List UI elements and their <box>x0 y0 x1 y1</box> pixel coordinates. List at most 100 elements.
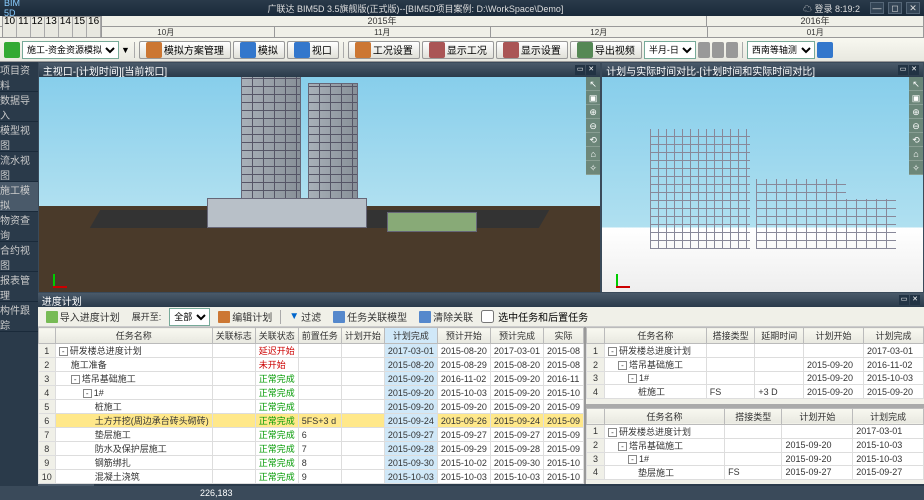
tree-expand-icon[interactable]: - <box>608 428 617 437</box>
play-icon[interactable] <box>4 42 20 58</box>
viewport-tool-button[interactable]: ⌂ <box>909 147 923 161</box>
export-video-button[interactable]: 导出视频 <box>570 41 642 59</box>
column-header[interactable]: 搭接类型 <box>706 328 755 344</box>
condition-button[interactable]: 工况设置 <box>348 41 420 59</box>
table-row[interactable]: 5桩施工正常完成2015-09-202015-09-202015-09-2020… <box>38 400 583 414</box>
tree-expand-icon[interactable]: - <box>618 442 627 451</box>
column-header[interactable]: 关联标志 <box>212 328 255 344</box>
table-row[interactable]: 6土方开挖(周边承台砖头砌砖)正常完成5FS+3 d2015-09-242015… <box>38 414 583 428</box>
link-model-button[interactable]: 任务关联模型 <box>329 308 411 325</box>
next-icon[interactable] <box>726 42 738 58</box>
column-header[interactable] <box>587 328 605 344</box>
column-header[interactable]: 预计完成 <box>490 328 543 344</box>
column-header[interactable]: 计划完成 <box>384 328 437 344</box>
panel-close-button[interactable]: ✕ <box>910 295 920 305</box>
column-header[interactable] <box>38 328 55 344</box>
table-row[interactable]: 2施工准备未开始2015-08-202015-08-292015-08-2020… <box>38 358 583 372</box>
table-row[interactable]: 1-研发楼总进度计划2017-03-01 <box>587 344 924 358</box>
schedule-table-wrap[interactable]: 任务名称关联标志关联状态前置任务计划开始计划完成预计开始预计完成实际1-研发楼总… <box>38 327 584 484</box>
show-condition-button[interactable]: 显示工况 <box>422 41 494 59</box>
login-info[interactable]: ☁ 登录 8:19:2 <box>803 2 860 15</box>
period-select[interactable]: 半月-日 <box>644 41 696 59</box>
sidebar-item-import[interactable]: 数据导入 <box>0 92 38 122</box>
play2-icon[interactable] <box>712 42 724 58</box>
column-header[interactable]: 关联状态 <box>255 328 298 344</box>
sidebar-item-rpt[interactable]: 报表管理 <box>0 272 38 302</box>
view-angle-select[interactable]: 西南等轴测 <box>747 41 815 59</box>
main-viewport[interactable]: ↖▣⊕⊖⟲⌂✧ <box>39 77 600 292</box>
viewport-tool-button[interactable]: ▣ <box>586 91 600 105</box>
tree-expand-icon[interactable]: - <box>608 347 617 356</box>
viewport-tool-button[interactable]: ⊕ <box>586 105 600 119</box>
tree-expand-icon[interactable]: - <box>628 455 637 464</box>
sidebar-item-mat[interactable]: 物资查询 <box>0 212 38 242</box>
table-row[interactable]: 3-1#2015-09-202015-10-03 <box>587 452 924 465</box>
column-header[interactable] <box>587 408 605 424</box>
viewport-max-button[interactable]: ▭ <box>898 65 908 75</box>
tree-expand-icon[interactable]: - <box>618 361 627 370</box>
maximize-button[interactable]: ◻ <box>888 2 902 14</box>
table-row[interactable]: 8防水及保护层施工正常完成72015-09-282015-09-292015-0… <box>38 442 583 456</box>
timeline[interactable]: 10111213141516 2015年 2016年 10月 11月 12月 0… <box>0 16 924 38</box>
column-header[interactable]: 任务名称 <box>55 328 212 344</box>
table-row[interactable]: 4桩施工FS+3 D2015-09-202015-09-20 <box>587 385 924 399</box>
column-header[interactable]: 实际 <box>543 328 583 344</box>
table-row[interactable]: 1-研发楼总进度计划2017-03-01 <box>587 424 924 438</box>
column-header[interactable]: 计划完成 <box>853 408 924 424</box>
viewport-tool-button[interactable]: ✧ <box>586 161 600 175</box>
scheme-select[interactable]: 施工-资金资源模拟 <box>22 41 119 59</box>
table-row[interactable]: 4-1#正常完成2015-09-202015-10-032015-09-2020… <box>38 386 583 400</box>
minimize-button[interactable]: — <box>870 2 884 14</box>
sidebar-item-proj[interactable]: 项目资料 <box>0 62 38 92</box>
table-row[interactable]: 9钢筋绑扎正常完成82015-09-302015-10-022015-09-30… <box>38 456 583 470</box>
viewport-tool-button[interactable]: ⊖ <box>586 119 600 133</box>
close-button[interactable]: ✕ <box>906 2 920 14</box>
import-schedule-button[interactable]: 导入进度计划 <box>42 308 124 325</box>
viewport-tool-button[interactable]: ⟲ <box>909 133 923 147</box>
tree-expand-icon[interactable]: - <box>71 375 80 384</box>
column-header[interactable]: 任务名称 <box>605 328 707 344</box>
column-header[interactable]: 计划开始 <box>804 328 864 344</box>
tree-expand-icon[interactable]: - <box>83 389 92 398</box>
axis-gizmo[interactable] <box>606 264 630 288</box>
timeline-days[interactable]: 10111213141516 <box>2 16 102 38</box>
viewport-tool-button[interactable]: ⌂ <box>586 147 600 161</box>
sidebar-item-sim[interactable]: 施工模拟 <box>0 182 38 212</box>
display-settings-button[interactable]: 显示设置 <box>496 41 568 59</box>
sidebar-item-trace[interactable]: 构件跟踪 <box>0 302 38 332</box>
viewport-tool-button[interactable]: ⊖ <box>909 119 923 133</box>
viewport-tool-button[interactable]: ▣ <box>909 91 923 105</box>
prev-icon[interactable] <box>698 42 710 58</box>
table-row[interactable]: 7垫层施工正常完成62015-09-272015-09-272015-09-27… <box>38 428 583 442</box>
scheme-manage-button[interactable]: 模拟方案管理 <box>139 41 231 59</box>
successor-table[interactable]: 任务名称搭接类型计划开始计划完成1-研发楼总进度计划2017-03-012-塔吊… <box>586 408 924 480</box>
column-header[interactable]: 延期时间 <box>755 328 804 344</box>
viewport-tool-button[interactable]: ⟲ <box>586 133 600 147</box>
clear-link-button[interactable]: 清除关联 <box>415 308 477 325</box>
table-row[interactable]: 10混凝土浇筑正常完成92015-10-032015-10-032015-10-… <box>38 470 583 484</box>
sidebar-item-cost[interactable]: 合约视图 <box>0 242 38 272</box>
filter-button[interactable]: ▼过滤 <box>285 308 325 325</box>
panel-max-button[interactable]: ▭ <box>899 295 909 305</box>
sidebar-item-view[interactable]: 模型视图 <box>0 122 38 152</box>
successor-table-wrap[interactable]: 任务名称搭接类型计划开始计划完成1-研发楼总进度计划2017-03-012-塔吊… <box>586 408 924 485</box>
viewport-max-button[interactable]: ▭ <box>575 65 585 75</box>
table-row[interactable]: 3-塔吊基础施工正常完成2015-09-202016-11-022015-09-… <box>38 372 583 386</box>
simulate-button[interactable]: 模拟 <box>233 41 285 59</box>
column-header[interactable]: 前置任务 <box>298 328 341 344</box>
viewport-tool-button[interactable]: ✧ <box>909 161 923 175</box>
viewport-tool-button[interactable]: ⊕ <box>909 105 923 119</box>
sidebar-item-flow[interactable]: 流水视图 <box>0 152 38 182</box>
table-row[interactable]: 1-研发楼总进度计划延迟开始2017-03-012015-08-202017-0… <box>38 344 583 358</box>
viewport-close-button[interactable]: ✕ <box>586 65 596 75</box>
expand-select[interactable]: 全部 <box>169 308 210 326</box>
compare-viewport[interactable]: ↖▣⊕⊖⟲⌂✧ <box>602 77 923 292</box>
select-tasks-checkbox[interactable] <box>481 310 494 323</box>
table-row[interactable]: 3-1#2015-09-202015-10-03 <box>587 372 924 385</box>
viewport-tool-button[interactable]: ↖ <box>909 77 923 91</box>
column-header[interactable]: 任务名称 <box>605 408 725 424</box>
column-header[interactable]: 计划完成 <box>863 328 923 344</box>
table-row[interactable]: 4垫层施工FS2015-09-272015-09-27 <box>587 465 924 479</box>
tree-expand-icon[interactable]: - <box>628 374 637 383</box>
schedule-table[interactable]: 任务名称关联标志关联状态前置任务计划开始计划完成预计开始预计完成实际1-研发楼总… <box>38 327 584 484</box>
